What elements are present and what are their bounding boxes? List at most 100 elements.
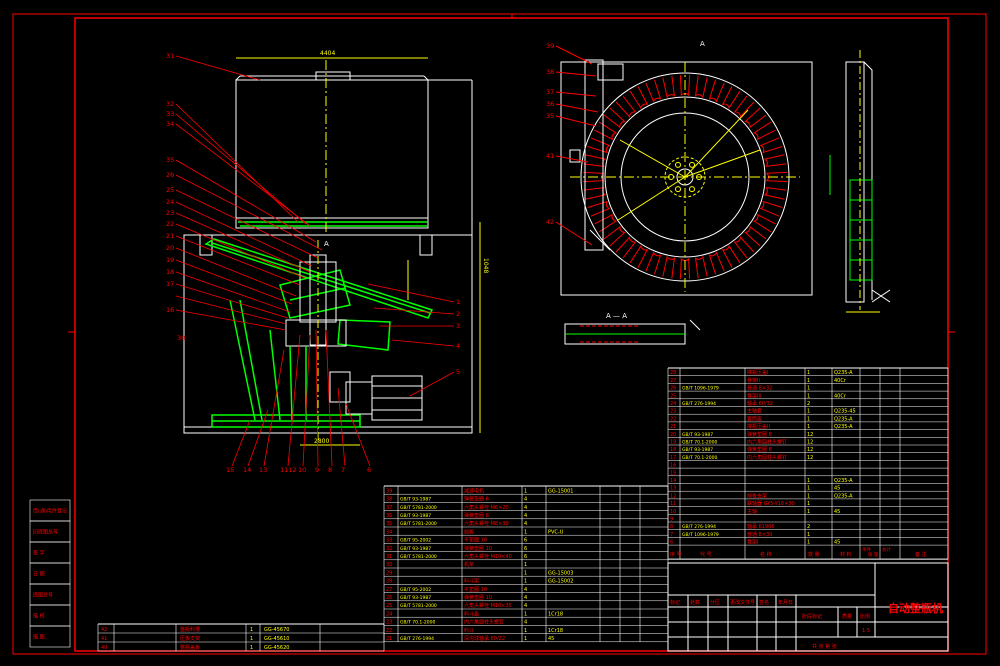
bom-right-name: 内六角圆柱头螺钉 bbox=[747, 439, 787, 446]
bom-mid-qty: 6 bbox=[524, 554, 527, 560]
balloon-17: 17 bbox=[166, 280, 174, 288]
balloon-23: 23 bbox=[166, 209, 174, 217]
balloon-4: 4 bbox=[456, 342, 460, 350]
tb-cell-sign: 签名 bbox=[759, 599, 769, 606]
bom-right-header-w1: 单件 bbox=[862, 546, 871, 553]
bom-right-name: 套筒座 bbox=[747, 415, 762, 422]
bom-right-name: 骨架III bbox=[747, 393, 761, 399]
bom-mid-std: GB/T 5781-2000 bbox=[400, 521, 437, 527]
bom-right-name: 弹簧垫圈 8 bbox=[747, 431, 772, 438]
bom-mid-name: 料斗架 bbox=[464, 578, 479, 585]
bom-mid-name: 平垫圈 10 bbox=[464, 586, 487, 593]
bom-right-no: 17 bbox=[670, 455, 676, 461]
bom-mid-no: 28 bbox=[386, 579, 392, 585]
bom-right-std: GB/T 93-1987 bbox=[682, 447, 713, 453]
bom-right-qty: 1 bbox=[807, 509, 810, 515]
balloon-13: 13 bbox=[259, 466, 267, 474]
balloon-16: 16 bbox=[166, 306, 174, 314]
bom-right-name: 轴承 60/32 bbox=[747, 400, 773, 407]
bom-mid-qty: 4 bbox=[524, 497, 527, 503]
balloon-37: 37 bbox=[546, 88, 554, 96]
bom-right-std: GB/T 276-1994 bbox=[682, 401, 716, 407]
bom-mid-mat: 1Cr18 bbox=[548, 628, 563, 634]
bom-right-no: 28 bbox=[670, 370, 676, 376]
section-mark-a-main: A bbox=[324, 240, 329, 248]
bom-right-mat: Q235-A bbox=[834, 416, 853, 422]
balloon-8: 8 bbox=[328, 466, 332, 474]
tb-cell-mass: 质量 bbox=[842, 613, 852, 620]
side-stamp-label: 描 图 bbox=[33, 634, 45, 641]
bom-right-qty: 12 bbox=[807, 447, 813, 453]
balloon-9: 9 bbox=[315, 466, 319, 474]
balloon-25: 25 bbox=[166, 186, 174, 194]
top-view-label: A bbox=[700, 40, 705, 48]
bom-right-no: 22 bbox=[670, 416, 676, 422]
bom-mid-qty: 1 bbox=[524, 570, 527, 576]
bom-mid-name: 弹簧垫圈 10 bbox=[464, 594, 492, 601]
balloon-39: 39 bbox=[546, 42, 554, 50]
bom-mid-name: 减速电机 bbox=[464, 487, 484, 494]
bom-right-qty: 1 bbox=[807, 486, 810, 492]
bom-right-header-w3: 质 量 bbox=[868, 551, 879, 558]
bom-right-qty: 1 bbox=[807, 424, 810, 430]
bom-right-header-std: 代 号 bbox=[700, 551, 712, 558]
bom-right-mat: Q235-A bbox=[834, 424, 853, 430]
bom-mid-std: GB/T 5781-2000 bbox=[400, 603, 437, 609]
bom-left-name: 整瓶盖板 bbox=[180, 644, 200, 651]
tb-cell-zone: 分区 bbox=[710, 599, 720, 606]
bom-right-no: 23 bbox=[670, 409, 676, 415]
bom-right-qty: 2 bbox=[807, 401, 810, 407]
bom-mid-name: 六角头螺栓 M10×35 bbox=[464, 602, 512, 609]
bom-mid-no: 21 bbox=[386, 636, 392, 642]
bom-right-mat: 45 bbox=[834, 509, 840, 515]
bom-mid-name: 深沟球轴承 60/22 bbox=[464, 635, 505, 642]
side-stamp-label: 旧底图总号 bbox=[33, 529, 58, 536]
balloon-34: 34 bbox=[166, 120, 174, 128]
bom-mid-name: 六角头螺栓 M10×40 bbox=[464, 553, 512, 560]
bom-right-no: 9 bbox=[670, 517, 673, 523]
tb-cell-mark: 标记 bbox=[670, 599, 680, 606]
bom-right-no: 8 bbox=[670, 524, 673, 530]
bom-right-no: 25 bbox=[670, 393, 676, 399]
balloon-5: 5 bbox=[456, 368, 460, 376]
bom-mid-no: 26 bbox=[386, 595, 392, 601]
bom-right-mat: 40Cr bbox=[834, 378, 847, 384]
bom-mid-std: GB/T 276-1994 bbox=[400, 636, 434, 642]
bom-right-name: 骨架II bbox=[747, 378, 760, 384]
bom-right-no: 14 bbox=[670, 478, 676, 484]
bom-right-qty: 1 bbox=[807, 540, 810, 546]
balloon-24: 24 bbox=[166, 198, 174, 206]
bom-mid-qty: 6 bbox=[524, 546, 527, 552]
bom-right-qty: 1 bbox=[807, 386, 810, 392]
bom-mid-no: 36 bbox=[386, 513, 392, 519]
bom-mid-qty: 4 bbox=[524, 603, 527, 609]
bom-right-name: 内六角圆柱头螺钉 bbox=[747, 454, 787, 461]
bom-mid-std: GB/T 95-2002 bbox=[400, 587, 431, 593]
dim-height: 1048 bbox=[482, 258, 489, 273]
bom-right-std: GB/T 70.1-2000 bbox=[682, 455, 718, 461]
balloon-38: 38 bbox=[546, 68, 554, 76]
bom-left-qty: 1 bbox=[250, 645, 253, 651]
bom-mid-qty: 4 bbox=[524, 620, 527, 626]
bom-right-mat: Q235-A bbox=[834, 478, 853, 484]
bom-right-header-mat: 材 料 bbox=[840, 551, 852, 558]
bom-mid-no: 30 bbox=[386, 562, 392, 568]
bom-right-header-no: 序 号 bbox=[670, 551, 682, 558]
bom-left-name: 压板支架 bbox=[180, 635, 200, 642]
bom-right-name: 联轴器 GY5-Y16×30 bbox=[747, 500, 795, 507]
bom-mid-no: 32 bbox=[386, 546, 392, 552]
bom-right-no: 10 bbox=[670, 509, 676, 515]
tb-scale-value: 1:5 bbox=[862, 628, 870, 634]
bom-right-qty: 1 bbox=[807, 501, 810, 507]
bom-mid-name: 弹簧垫圈 8 bbox=[464, 512, 489, 519]
bom-right-mat: 45 bbox=[834, 540, 840, 546]
bom-right-std: GB/T 1096-1979 bbox=[682, 532, 719, 538]
bom-right-qty: 1 bbox=[807, 370, 810, 376]
bom-right-name: 挡板支架 bbox=[747, 492, 767, 499]
bom-mid-no: 38 bbox=[386, 497, 392, 503]
bom-mid-mat: GG-15003 bbox=[548, 570, 573, 576]
section-label: A — A bbox=[606, 312, 627, 320]
bom-mid-qty: 1 bbox=[524, 562, 527, 568]
bom-mid-qty: 4 bbox=[524, 521, 527, 527]
balloon-35b: 35 bbox=[546, 112, 554, 120]
